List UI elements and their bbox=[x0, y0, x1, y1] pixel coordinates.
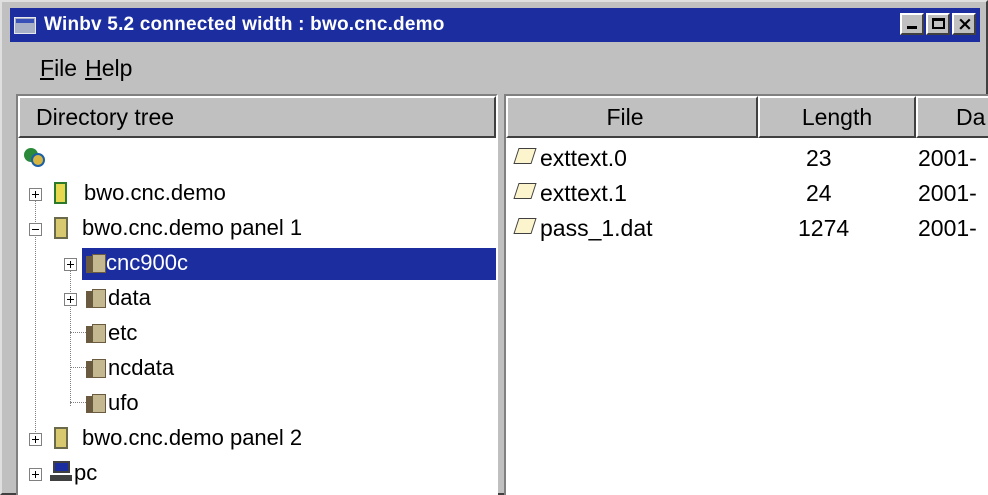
file-icon bbox=[513, 218, 537, 234]
network-root-icon[interactable] bbox=[24, 146, 46, 168]
menu-bar: File Help bbox=[10, 48, 140, 88]
expand-toggle[interactable] bbox=[29, 468, 42, 481]
file-list-pane[interactable]: File Length Da exttext.0 23 2001- exttex… bbox=[504, 94, 988, 495]
file-date: 2001- bbox=[918, 145, 977, 171]
expand-toggle[interactable] bbox=[29, 188, 42, 201]
window-title: Winbv 5.2 connected width : bwo.cnc.demo bbox=[44, 14, 445, 35]
file-icon bbox=[513, 183, 537, 199]
column-header-date[interactable]: Da bbox=[916, 96, 988, 138]
maximize-icon bbox=[932, 18, 945, 29]
tree-item-etc[interactable]: etc bbox=[108, 320, 137, 346]
file-icon bbox=[513, 148, 537, 164]
file-length: 24 bbox=[806, 180, 832, 206]
app-icon[interactable] bbox=[14, 16, 36, 34]
expand-toggle[interactable] bbox=[29, 433, 42, 446]
tree-line bbox=[35, 200, 36, 440]
expand-toggle[interactable] bbox=[64, 293, 77, 306]
tree-item-bwo-cnc-demo[interactable]: bwo.cnc.demo bbox=[84, 180, 226, 206]
tree-item-ufo[interactable]: ufo bbox=[108, 390, 139, 416]
minimize-button[interactable] bbox=[900, 13, 924, 35]
file-name: pass_1.dat bbox=[540, 215, 653, 241]
minimize-icon bbox=[907, 26, 917, 29]
directory-tree-pane[interactable]: Directory tree bwo.cnc.demo bwo.cnc.demo… bbox=[16, 94, 498, 495]
file-row[interactable]: exttext.0 23 2001- bbox=[506, 142, 988, 176]
file-row[interactable]: exttext.1 24 2001- bbox=[506, 177, 988, 211]
tree-item-data[interactable]: data bbox=[108, 285, 151, 311]
tree-item-panel-1[interactable]: bwo.cnc.demo panel 1 bbox=[82, 215, 302, 241]
tree-item-panel-2[interactable]: bwo.cnc.demo panel 2 bbox=[82, 425, 302, 451]
pc-icon bbox=[50, 460, 72, 482]
panel-icon bbox=[54, 217, 68, 239]
file-date: 2001- bbox=[918, 180, 977, 206]
column-header-file[interactable]: File bbox=[506, 96, 758, 138]
window-controls: × bbox=[900, 13, 976, 35]
tree-item-pc[interactable]: pc bbox=[74, 460, 97, 486]
file-length: 1274 bbox=[798, 215, 850, 241]
tree-line bbox=[70, 270, 71, 406]
folder-icon bbox=[86, 358, 108, 378]
close-button[interactable]: × bbox=[952, 13, 976, 35]
collapse-toggle[interactable] bbox=[29, 223, 42, 236]
panel-icon bbox=[54, 427, 68, 449]
host-icon bbox=[54, 182, 67, 204]
tree-item-cnc900c[interactable]: cnc900c bbox=[106, 250, 188, 276]
app-window: Winbv 5.2 connected width : bwo.cnc.demo… bbox=[0, 0, 988, 495]
title-bar[interactable]: Winbv 5.2 connected width : bwo.cnc.demo… bbox=[10, 8, 980, 42]
close-icon: × bbox=[957, 13, 973, 35]
folder-icon bbox=[86, 393, 108, 413]
menu-help[interactable]: Help bbox=[85, 55, 140, 82]
folder-icon bbox=[86, 253, 108, 273]
folder-icon bbox=[86, 288, 108, 308]
directory-tree-header: Directory tree bbox=[18, 96, 496, 138]
file-name: exttext.0 bbox=[540, 145, 627, 171]
menu-file[interactable]: File bbox=[10, 55, 85, 82]
expand-toggle[interactable] bbox=[64, 258, 77, 271]
column-header-length[interactable]: Length bbox=[758, 96, 916, 138]
maximize-button[interactable] bbox=[926, 13, 950, 35]
file-row[interactable]: pass_1.dat 1274 2001- bbox=[506, 212, 988, 246]
file-length: 23 bbox=[806, 145, 832, 171]
tree-item-ncdata[interactable]: ncdata bbox=[108, 355, 174, 381]
folder-icon bbox=[86, 323, 108, 343]
file-date: 2001- bbox=[918, 215, 977, 241]
file-name: exttext.1 bbox=[540, 180, 627, 206]
